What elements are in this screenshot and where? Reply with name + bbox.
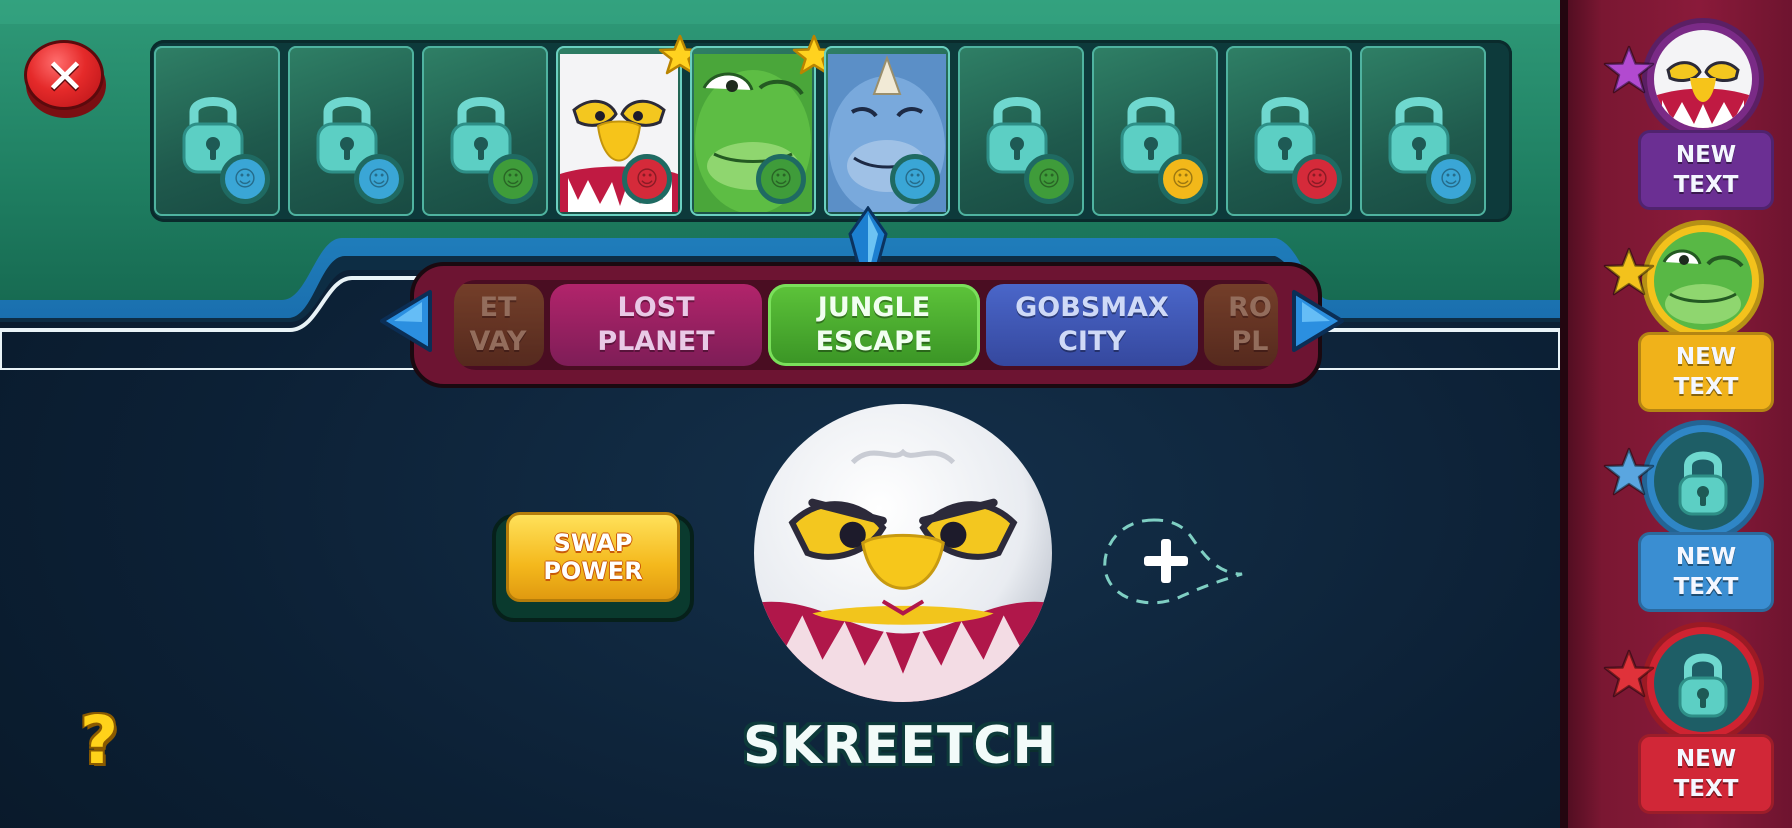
world-list: ET VAY LOST PLANET JUNGLE ESCAPE GOBSMAX… — [454, 280, 1278, 370]
element-nature-icon: ☺ — [756, 154, 806, 204]
slot-portrait — [1654, 432, 1752, 530]
team-sidebar: NEW TEXT NEW TEXT NEW TEXT NEW TEXT — [1560, 0, 1792, 828]
star-icon — [1603, 45, 1655, 94]
element-fire-icon: ☺ — [622, 154, 672, 204]
slot-label: NEW TEXT — [1638, 332, 1774, 412]
locked-character-card[interactable]: ☺ — [288, 46, 414, 216]
team-slot-4[interactable]: NEW TEXT — [1603, 622, 1780, 814]
element-electric-icon: ☺ — [1158, 154, 1208, 204]
add-ability-slot[interactable] — [1096, 512, 1246, 612]
close-button[interactable]: ✕ — [22, 38, 110, 120]
world-next-arrow-icon[interactable] — [1288, 288, 1348, 354]
help-button[interactable]: ? — [64, 704, 134, 778]
slot-label: NEW TEXT — [1638, 734, 1774, 814]
character-card-rhino[interactable]: ☺ — [824, 46, 950, 216]
team-slot-1[interactable]: NEW TEXT — [1603, 18, 1780, 210]
locked-character-card[interactable]: ☺ — [154, 46, 280, 216]
element-nature-icon: ☺ — [1024, 154, 1074, 204]
star-icon — [1603, 447, 1655, 496]
element-water-icon: ☺ — [220, 154, 270, 204]
slot-portrait — [1654, 232, 1752, 330]
slot-label: NEW TEXT — [1638, 532, 1774, 612]
slot-portrait — [1654, 634, 1752, 732]
world-jungle-escape[interactable]: JUNGLE ESCAPE — [768, 284, 980, 366]
star-icon — [1603, 247, 1655, 296]
locked-character-card[interactable]: ☺ — [1360, 46, 1486, 216]
character-strip: ☺ ☺ ☺ ☺ ☺ ☺ ☺ ☺ ☺ ☺ — [150, 34, 1512, 222]
slot-label: NEW TEXT — [1638, 130, 1774, 210]
world-gobsmax-city[interactable]: GOBSMAX CITY — [986, 284, 1198, 366]
swap-power-button[interactable]: SWAP POWER — [492, 506, 694, 624]
game-screen: ✕ ☺ ☺ ☺ ☺ ☺ ☺ ☺ ☺ ☺ ☺ ET VAY LOST PLANET JUNGLE E… — [0, 0, 1792, 828]
close-x-icon: ✕ — [44, 49, 86, 105]
world-partial-right[interactable]: RO PL — [1204, 284, 1278, 366]
team-slot-2[interactable]: NEW TEXT — [1603, 220, 1780, 412]
plus-icon — [1144, 539, 1188, 583]
slot-portrait — [1654, 30, 1752, 128]
world-prev-arrow-icon[interactable] — [376, 288, 436, 354]
element-water-icon: ☺ — [354, 154, 404, 204]
element-water-icon: ☺ — [890, 154, 940, 204]
locked-character-card[interactable]: ☺ — [1226, 46, 1352, 216]
hero-name: SKREETCH — [743, 716, 1057, 776]
slot-character-eagle — [1654, 30, 1752, 128]
locked-character-card[interactable]: ☺ — [1092, 46, 1218, 216]
world-selector: ET VAY LOST PLANET JUNGLE ESCAPE GOBSMAX… — [410, 262, 1322, 388]
element-fire-icon: ☺ — [1292, 154, 1342, 204]
lock-icon — [1654, 634, 1752, 732]
element-water-icon: ☺ — [1426, 154, 1476, 204]
locked-character-card[interactable]: ☺ — [958, 46, 1084, 216]
slot-character-frog — [1654, 232, 1752, 330]
element-nature-icon: ☺ — [488, 154, 538, 204]
lock-icon — [1654, 432, 1752, 530]
locked-character-card[interactable]: ☺ — [422, 46, 548, 216]
star-icon — [1603, 649, 1655, 698]
world-lost-planet[interactable]: LOST PLANET — [550, 284, 762, 366]
world-partial-left[interactable]: ET VAY — [454, 284, 544, 366]
hero-character-portrait — [754, 404, 1052, 702]
team-slot-3[interactable]: NEW TEXT — [1603, 420, 1780, 612]
